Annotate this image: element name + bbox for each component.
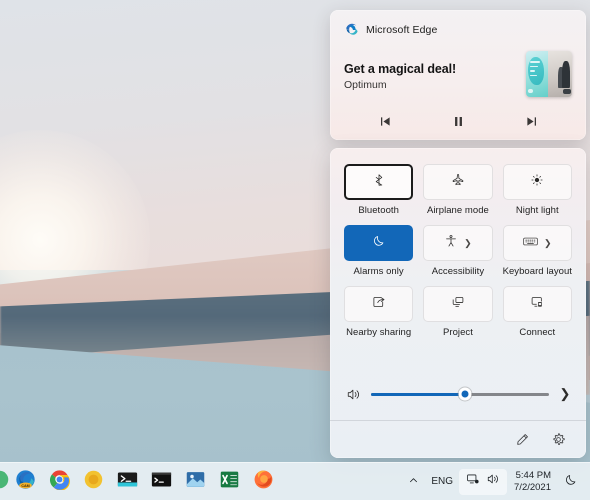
quick-tile-keyboard-layout: ❯ Keyboard layout xyxy=(503,225,572,277)
media-title: Get a magical deal! xyxy=(344,62,456,76)
album-art-lines xyxy=(530,61,540,79)
taskbar-app-powershell[interactable] xyxy=(110,463,144,500)
night-light-icon xyxy=(530,173,544,192)
moon-icon xyxy=(564,473,578,490)
airplane-icon xyxy=(451,173,465,192)
taskbar-app-photos[interactable] xyxy=(178,463,212,500)
project-button[interactable] xyxy=(423,286,492,322)
quick-tile-project: Project xyxy=(423,286,492,338)
nearby-sharing-icon xyxy=(372,295,386,314)
accessibility-button[interactable]: ❯ xyxy=(423,225,492,261)
alarms-only-button[interactable] xyxy=(344,225,413,261)
tray-network-volume-group[interactable] xyxy=(459,469,507,495)
accessibility-label: Accessibility xyxy=(432,266,484,277)
nearby-sharing-button[interactable] xyxy=(344,286,413,322)
quick-tile-airplane-mode: Airplane mode xyxy=(423,164,492,216)
photos-icon xyxy=(185,469,206,495)
taskbar-app-edge[interactable]: CAM xyxy=(8,463,42,500)
terminal-icon xyxy=(151,469,172,495)
nearby-sharing-label: Nearby sharing xyxy=(346,327,411,338)
volume-icon xyxy=(486,472,500,491)
album-art-right xyxy=(548,51,572,97)
quick-settings-footer xyxy=(330,420,586,458)
network-icon xyxy=(466,472,480,491)
chevron-right-icon: ❯ xyxy=(544,239,552,248)
airplane-mode-button[interactable] xyxy=(423,164,492,200)
night-light-label: Night light xyxy=(516,205,559,216)
firefox-icon xyxy=(253,469,274,495)
quick-tile-bluetooth: Bluetooth xyxy=(344,164,413,216)
album-art-badge xyxy=(563,89,570,94)
bluetooth-button[interactable] xyxy=(344,164,413,200)
quick-settings-panel: Bluetooth Airplane mode xyxy=(330,148,586,458)
svg-text:CAM: CAM xyxy=(21,483,29,487)
quick-tile-alarms-only: Alarms only xyxy=(344,225,413,277)
quick-settings-grid: Bluetooth Airplane mode xyxy=(330,148,586,338)
taskbar-app-chrome[interactable] xyxy=(42,463,76,500)
quick-tile-accessibility: ❯ Accessibility xyxy=(423,225,492,277)
keyboard-layout-button[interactable]: ❯ xyxy=(503,225,572,261)
airplane-mode-label: Airplane mode xyxy=(427,205,489,216)
clock-time: 5:44 PM xyxy=(516,470,551,482)
taskbar: CAM xyxy=(0,462,590,500)
taskbar-app-terminal[interactable] xyxy=(144,463,178,500)
excel-icon xyxy=(219,469,240,495)
bluetooth-icon xyxy=(372,173,386,192)
language-indicator[interactable]: ENG xyxy=(425,469,459,495)
volume-expand-button[interactable]: ❯ xyxy=(558,386,572,402)
media-app-name: Microsoft Edge xyxy=(366,24,437,36)
quick-tile-connect: Connect xyxy=(503,286,572,338)
taskbar-app-excel[interactable] xyxy=(212,463,246,500)
pause-button[interactable] xyxy=(445,110,471,132)
chrome-icon xyxy=(49,469,70,495)
volume-slider-fill xyxy=(371,393,465,396)
volume-slider[interactable] xyxy=(371,393,549,396)
alarms-only-label: Alarms only xyxy=(354,266,404,277)
previous-track-button[interactable] xyxy=(372,110,398,132)
taskbar-apps: CAM xyxy=(0,463,280,500)
clock[interactable]: 5:44 PM 7/2/2021 xyxy=(507,470,558,494)
project-icon xyxy=(451,295,465,314)
notification-bell-button[interactable] xyxy=(558,469,584,495)
album-art-left xyxy=(526,51,549,97)
chevron-up-icon xyxy=(408,475,419,489)
edge-icon xyxy=(344,22,359,37)
project-label: Project xyxy=(443,327,473,338)
edit-quick-settings-button[interactable] xyxy=(512,429,532,449)
connect-icon xyxy=(530,295,544,314)
volume-slider-thumb[interactable] xyxy=(459,388,472,401)
album-art-tag xyxy=(528,89,533,93)
volume-row: ❯ xyxy=(330,386,586,402)
powershell-icon xyxy=(117,469,138,495)
media-playback-flyout: Microsoft Edge Get a magical deal! Optim… xyxy=(330,10,586,140)
media-controls xyxy=(330,110,586,132)
media-app-row: Microsoft Edge xyxy=(330,10,586,37)
settings-button[interactable] xyxy=(548,429,568,449)
taskbar-app-clipped[interactable] xyxy=(0,463,8,500)
quick-tile-night-light: Night light xyxy=(503,164,572,216)
connect-label: Connect xyxy=(519,327,555,338)
media-artist: Optimum xyxy=(344,79,387,91)
clock-date: 7/2/2021 xyxy=(514,482,551,494)
keyboard-layout-label: Keyboard layout xyxy=(503,266,572,277)
moon-icon xyxy=(372,234,386,253)
night-light-button[interactable] xyxy=(503,164,572,200)
bluetooth-label: Bluetooth xyxy=(358,205,399,216)
next-track-button[interactable] xyxy=(518,110,544,132)
tray-overflow-button[interactable] xyxy=(402,469,425,495)
connect-button[interactable] xyxy=(503,286,572,322)
chevron-right-icon: ❯ xyxy=(464,239,472,248)
taskbar-app-amber[interactable] xyxy=(76,463,110,500)
taskbar-app-firefox[interactable] xyxy=(246,463,280,500)
album-art-person-front xyxy=(562,61,570,88)
volume-icon xyxy=(344,387,362,402)
amber-circle-icon xyxy=(83,469,104,495)
quick-tile-nearby-sharing: Nearby sharing xyxy=(344,286,413,338)
album-art-thumbnail xyxy=(526,51,572,97)
system-tray: ENG 5:44 PM 7/2/2021 xyxy=(402,463,590,500)
edge-cam-icon: CAM xyxy=(15,469,36,495)
keyboard-icon xyxy=(523,234,538,252)
accessibility-icon xyxy=(444,234,458,253)
